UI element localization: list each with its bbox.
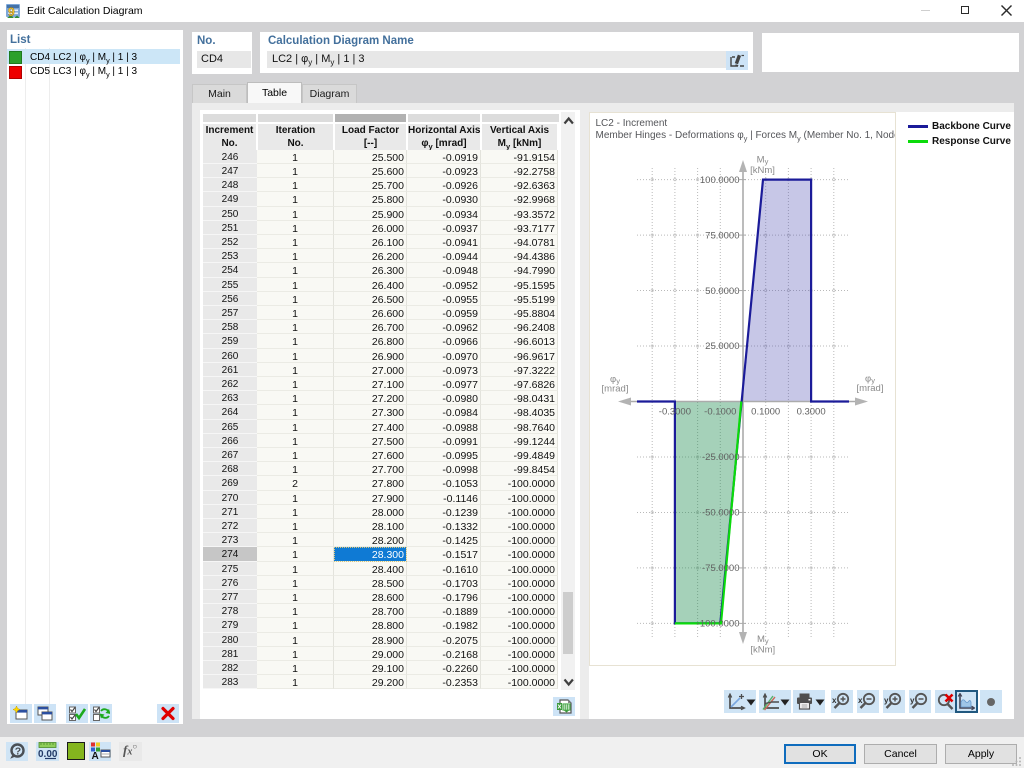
svg-text:-0.3000: -0.3000: [659, 407, 691, 418]
svg-text:x: x: [832, 696, 837, 705]
svg-text:x: x: [858, 696, 863, 705]
svg-text:100.0000: 100.0000: [700, 175, 740, 186]
svg-text:y: y: [884, 696, 889, 705]
svg-text:[mrad]: [mrad]: [857, 383, 884, 394]
svg-text:y: y: [910, 696, 915, 705]
svg-text:9: 9: [8, 5, 15, 19]
svg-text:0.3000: 0.3000: [797, 407, 826, 418]
svg-text:-50.0000: -50.0000: [702, 508, 740, 519]
svg-text:25.0000: 25.0000: [705, 341, 739, 352]
svg-text:-75.0000: -75.0000: [702, 563, 740, 574]
svg-text:A: A: [92, 751, 99, 761]
svg-text:-25.0000: -25.0000: [702, 452, 740, 463]
svg-text:[kNm]: [kNm]: [750, 165, 775, 176]
svg-text:0.1000: 0.1000: [751, 407, 780, 418]
svg-text:75.0000: 75.0000: [705, 230, 739, 241]
svg-text:[mrad]: [mrad]: [602, 384, 629, 395]
svg-text:-0.1000: -0.1000: [704, 407, 736, 418]
svg-text:[kNm]: [kNm]: [750, 645, 775, 656]
svg-text:?: ?: [15, 746, 21, 758]
svg-text:50.0000: 50.0000: [705, 286, 739, 297]
svg-text:-100.0000: -100.0000: [697, 619, 740, 630]
